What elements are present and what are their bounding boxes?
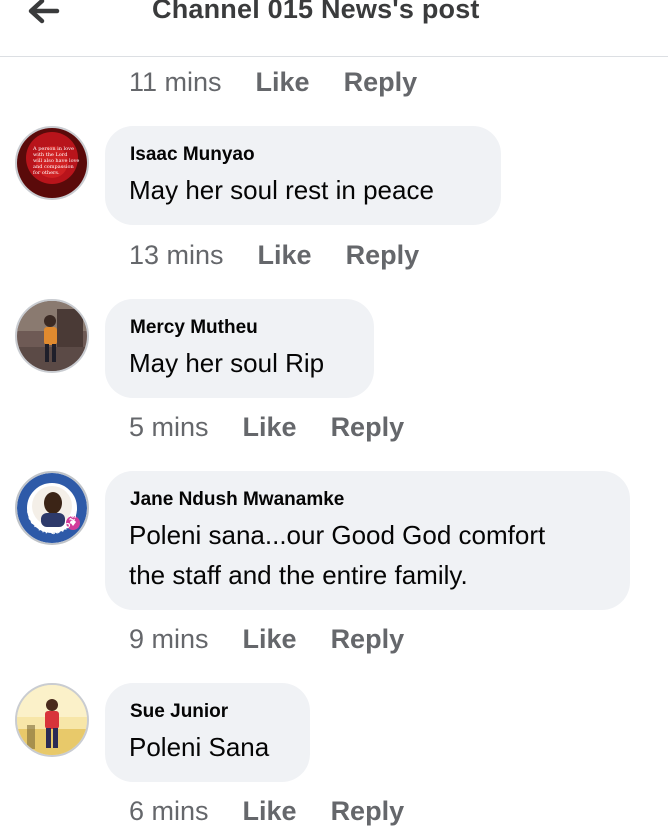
comment-bubble: Isaac Munyao May her soul rest in peace xyxy=(105,126,501,225)
like-button[interactable]: Like xyxy=(258,240,312,271)
comment-actions: 6 mins Like Reply xyxy=(129,796,438,836)
comment-text-line: Poleni sana...our Good God comfort xyxy=(129,520,546,550)
comment-bubble: Jane Ndush Mwanamke Poleni sana...our Go… xyxy=(105,471,630,610)
page-title: Channel 015 News's post xyxy=(152,0,480,24)
reply-button[interactable]: Reply xyxy=(344,67,418,98)
comment-time[interactable]: 11 mins xyxy=(129,67,222,98)
comment-author[interactable]: Mercy Mutheu xyxy=(130,317,350,339)
comment-actions: 5 mins Like Reply xyxy=(129,412,438,452)
avatar[interactable] xyxy=(15,683,89,757)
avatar-caption-5: for others. xyxy=(33,170,60,176)
like-button[interactable]: Like xyxy=(243,796,297,827)
avatar[interactable]: I GOT MY COVID-19 VACCINE xyxy=(15,471,89,545)
avatar[interactable] xyxy=(15,299,89,373)
comment-time[interactable]: 9 mins xyxy=(129,624,209,655)
comment-bubble: Mercy Mutheu May her soul Rip xyxy=(105,299,374,398)
like-button[interactable]: Like xyxy=(243,624,297,655)
reply-button[interactable]: Reply xyxy=(331,624,405,655)
comment-bubble: Sue Junior Poleni Sana xyxy=(105,683,310,782)
comment-text: May her soul Rip xyxy=(129,348,325,378)
comment-author[interactable]: Jane Ndush Mwanamke xyxy=(130,489,606,511)
reply-button[interactable]: Reply xyxy=(331,412,405,443)
comment-text: Poleni Sana xyxy=(129,732,270,762)
comment-time[interactable]: 13 mins xyxy=(129,240,224,271)
back-arrow-icon[interactable] xyxy=(24,0,64,28)
reply-button[interactable]: Reply xyxy=(331,796,405,827)
comment-time[interactable]: 6 mins xyxy=(129,796,209,827)
comment-time[interactable]: 5 mins xyxy=(129,412,209,443)
comment-author[interactable]: Sue Junior xyxy=(130,701,286,723)
like-button[interactable]: Like xyxy=(243,412,297,443)
post-header: Channel 015 News's post xyxy=(0,0,668,57)
reply-button[interactable]: Reply xyxy=(346,240,420,271)
comment-actions: 9 mins Like Reply xyxy=(129,624,438,664)
comment-actions: 13 mins Like Reply xyxy=(129,240,453,280)
comment-text: Poleni sana...our Good God comfort the s… xyxy=(129,515,606,595)
comment-text: May her soul rest in peace xyxy=(129,175,434,205)
comment-text-line: the staff and the entire family. xyxy=(129,560,468,590)
comment-author[interactable]: Isaac Munyao xyxy=(130,144,477,166)
avatar[interactable]: A person in love with the Lord will also… xyxy=(15,126,89,200)
comment-actions: 11 mins Like Reply xyxy=(129,67,451,107)
like-button[interactable]: Like xyxy=(256,67,310,98)
